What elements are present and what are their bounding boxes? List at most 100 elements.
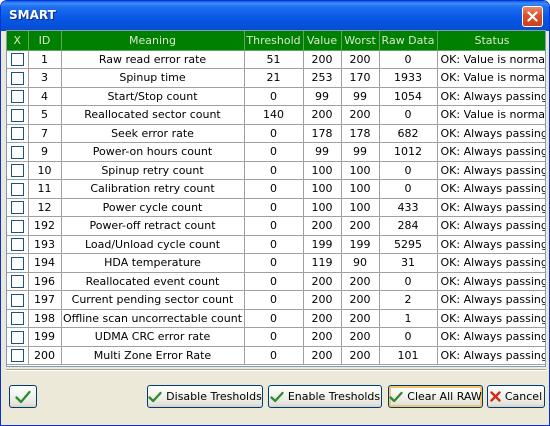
row-checkbox[interactable] <box>10 312 24 325</box>
table-row[interactable]: 10 Spinup retry count 0 100 100 0 OK: Always p… <box>7 161 545 180</box>
row-checkbox[interactable] <box>10 127 24 140</box>
cell-meaning: HDA temperature <box>61 253 245 273</box>
cell-status: OK: Always passing <box>437 87 545 106</box>
cell-meaning: Multi Zone Error Rate <box>61 346 245 365</box>
row-checkbox[interactable] <box>10 53 24 66</box>
table-row[interactable]: 12 Power cycle count 0 100 100 433 OK: Always … <box>7 198 545 217</box>
table-row[interactable]: 197 Current pending sector count 0 200 200 2 O… <box>7 290 545 310</box>
cell-meaning: Power-off retract count <box>61 216 245 236</box>
cell-value: 200 <box>303 346 342 365</box>
ok-button[interactable] <box>9 385 37 408</box>
cell-value: 200 <box>303 290 342 310</box>
table-row[interactable]: 198 Offline scan uncorrectable count 0 200 2… <box>7 309 545 328</box>
row-checkbox[interactable] <box>10 201 24 214</box>
disable-thresholds-button[interactable]: Disable Tresholds <box>147 385 263 408</box>
column-header[interactable]: Value <box>303 31 342 51</box>
row-checkbox[interactable] <box>10 256 24 270</box>
cell-meaning: Power cycle count <box>61 198 245 217</box>
cell-value: 178 <box>303 124 342 143</box>
select-cell <box>7 179 29 199</box>
cell-worst: 200 <box>341 327 380 347</box>
cell-meaning: Spinup retry count <box>61 161 245 180</box>
row-checkbox[interactable] <box>10 71 24 85</box>
cell-status: OK: Always passing <box>437 142 545 162</box>
column-header[interactable]: Meaning <box>61 31 245 51</box>
cell-meaning: Reallocated sector count <box>61 105 245 125</box>
cell-worst: 200 <box>341 346 380 365</box>
row-checkbox[interactable] <box>10 219 24 233</box>
disable-thresholds-label: Disable Tresholds <box>166 390 262 403</box>
cell-worst: 178 <box>341 124 380 143</box>
row-checkbox[interactable] <box>10 238 24 251</box>
select-cell <box>7 50 29 69</box>
cell-raw: 1012 <box>379 142 438 162</box>
cancel-label: Cancel <box>504 390 543 403</box>
row-checkbox[interactable] <box>10 349 24 362</box>
select-cell <box>7 272 29 291</box>
column-header[interactable]: X <box>7 31 29 51</box>
table-row[interactable]: 194 HDA temperature 0 119 90 31 OK: Always pas… <box>7 253 545 273</box>
cell-status: OK: Always passing <box>437 161 545 180</box>
row-checkbox[interactable] <box>10 145 24 159</box>
table-row[interactable]: 3 Spinup time 21 253 170 1933 OK: Value is nor… <box>7 68 545 88</box>
table-row[interactable]: 199 UDMA CRC error rate 0 200 200 0 OK: Always… <box>7 327 545 347</box>
column-header[interactable]: Threshold <box>244 31 304 51</box>
checkmark-icon <box>389 391 403 403</box>
cell-id: 3 <box>28 68 62 88</box>
cell-threshold: 0 <box>244 272 304 291</box>
table-row[interactable]: 196 Reallocated event count 0 200 200 0 OK: Al… <box>7 272 545 291</box>
cell-value: 200 <box>303 216 342 236</box>
table-row[interactable]: 200 Multi Zone Error Rate 0 200 200 101 OK: Al… <box>7 346 545 365</box>
cell-status: OK: Value is normal <box>437 105 545 125</box>
row-checkbox[interactable] <box>10 182 24 196</box>
smart-attributes-grid[interactable]: X ID Meaning Threshold Value Worst Raw Data Sta… <box>6 30 546 367</box>
cell-status: OK: Always passing <box>437 290 545 310</box>
cell-worst: 99 <box>341 142 380 162</box>
cell-threshold: 0 <box>244 161 304 180</box>
column-header[interactable]: Worst <box>341 31 380 51</box>
row-checkbox[interactable] <box>10 293 24 307</box>
cell-threshold: 0 <box>244 124 304 143</box>
checkmark-icon <box>148 391 162 403</box>
cell-value: 253 <box>303 68 342 88</box>
row-checkbox[interactable] <box>10 164 24 177</box>
row-checkbox[interactable] <box>10 90 24 103</box>
cell-value: 200 <box>303 327 342 347</box>
column-header[interactable]: ID <box>28 31 62 51</box>
cell-raw: 1933 <box>379 68 438 88</box>
table-row[interactable]: 192 Power-off retract count 0 200 200 284 OK: … <box>7 216 545 236</box>
cell-meaning: Load/Unload cycle count <box>61 235 245 254</box>
enable-thresholds-button[interactable]: Enable Tresholds <box>268 385 382 408</box>
close-button[interactable] <box>522 6 543 27</box>
cell-status: OK: Always passing <box>437 216 545 236</box>
cell-id: 197 <box>28 290 62 310</box>
table-row[interactable]: 193 Load/Unload cycle count 0 199 199 5295 OK:… <box>7 235 545 254</box>
row-checkbox[interactable] <box>10 330 24 344</box>
row-checkbox[interactable] <box>10 275 24 288</box>
cell-id: 200 <box>28 346 62 365</box>
select-cell <box>7 253 29 273</box>
table-row[interactable]: 4 Start/Stop count 0 99 99 1054 OK: Always pas… <box>7 87 545 106</box>
column-header[interactable]: Raw Data <box>379 31 438 51</box>
table-row[interactable]: 11 Calibration retry count 0 100 100 0 OK: Alw… <box>7 179 545 199</box>
table-row[interactable]: 1 Raw read error rate 51 200 200 0 OK: Value i… <box>7 50 545 69</box>
column-header[interactable]: Status <box>437 31 545 51</box>
cell-value: 200 <box>303 272 342 291</box>
cell-raw: 0 <box>379 161 438 180</box>
cell-worst: 90 <box>341 253 380 273</box>
table-row[interactable]: 9 Power-on hours count 0 99 99 1012 OK: Always… <box>7 142 545 162</box>
table-row[interactable]: 5 Reallocated sector count 140 200 200 0 OK: V… <box>7 105 545 125</box>
title-bar[interactable]: SMART <box>1 1 549 31</box>
cell-status: OK: Always passing <box>437 179 545 199</box>
table-row[interactable]: 7 Seek error rate 0 178 178 682 OK: Always pas… <box>7 124 545 143</box>
enable-thresholds-label: Enable Tresholds <box>287 390 381 403</box>
cell-value: 119 <box>303 253 342 273</box>
cell-raw: 2 <box>379 290 438 310</box>
cell-value: 100 <box>303 198 342 217</box>
cell-status: OK: Always passing <box>437 309 545 328</box>
cancel-button[interactable]: Cancel <box>487 385 545 408</box>
clear-all-raw-button[interactable]: Clear All RAW <box>388 385 483 408</box>
row-checkbox[interactable] <box>10 108 24 122</box>
cell-worst: 199 <box>341 235 380 254</box>
cell-meaning: Spinup time <box>61 68 245 88</box>
